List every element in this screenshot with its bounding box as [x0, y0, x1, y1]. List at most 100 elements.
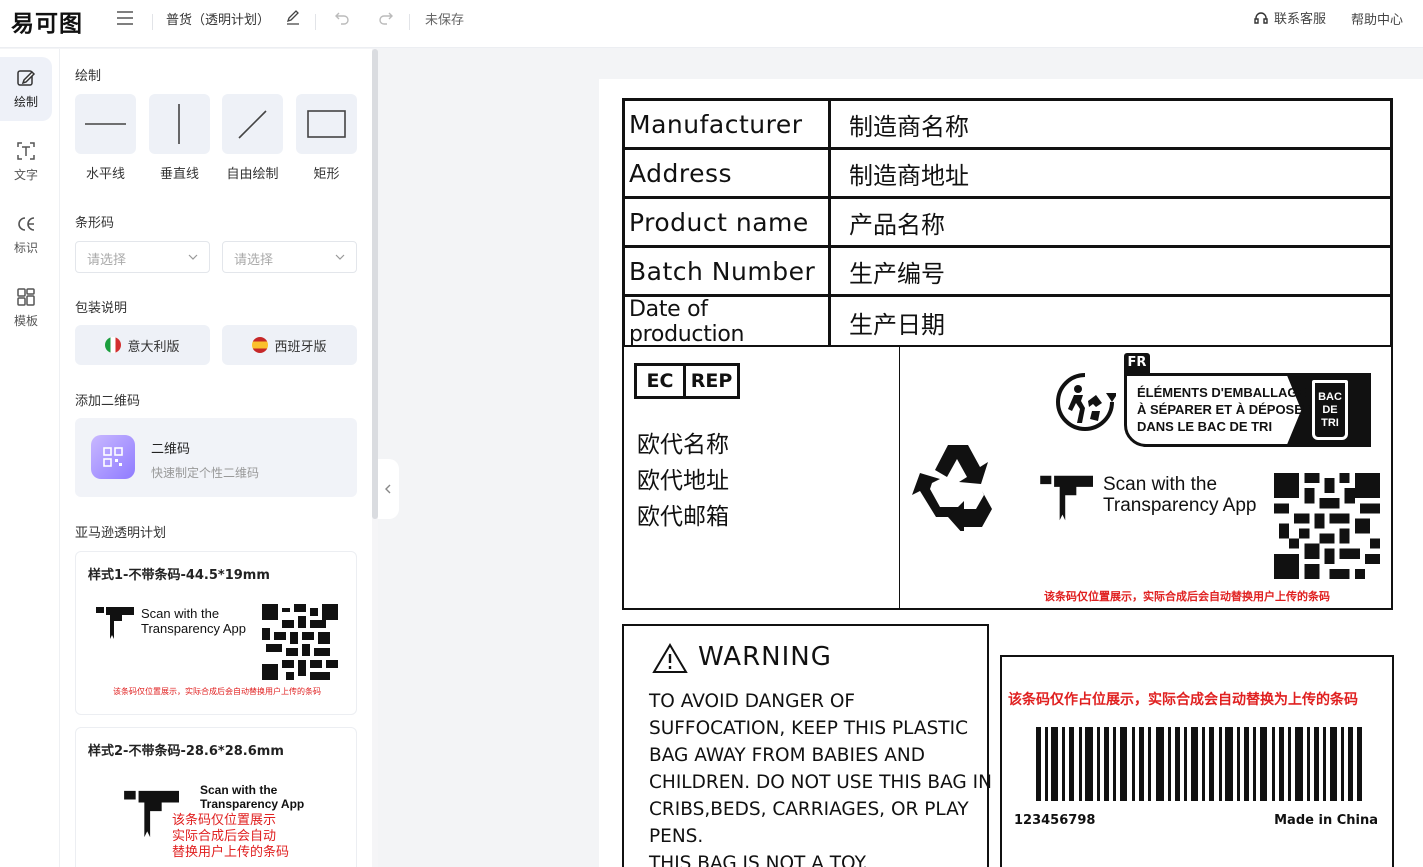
template-icon — [17, 288, 35, 306]
eu-rep-box[interactable]: EC REP 欧代名称 欧代地址 欧代邮箱 — [622, 345, 900, 610]
rail-item-mark[interactable]: 标识 — [0, 203, 52, 267]
collapse-panel-button[interactable] — [378, 459, 399, 519]
chevron-left-icon — [385, 484, 391, 494]
barcode-box[interactable]: 该条码仅作占位展示，实际合成会自动替换为上传的条码 123456798 Made… — [1000, 655, 1394, 867]
menu-icon[interactable] — [116, 10, 134, 26]
field-value[interactable]: 生产编号 — [828, 245, 1393, 297]
field-value[interactable]: 生产日期 — [828, 294, 1393, 350]
tool-panel: 绘制 水平线 垂直线 自由绘制 矩形 条形码 请选择 请选择 包装说明 意大利版… — [60, 49, 378, 867]
ce-mark-icon — [18, 217, 35, 231]
scrollbar-thumb[interactable] — [372, 49, 378, 519]
tool-label: 垂直线 — [159, 167, 199, 182]
select-placeholder: 请选择 — [87, 253, 127, 268]
qr-code-card[interactable]: 二维码 快速制定个性二维码 — [75, 418, 357, 497]
template-style-1[interactable]: 样式1-不带条码-44.5*19mm Scan with the Transpa… — [75, 551, 357, 715]
symbols-box[interactable]: FR ÉLÉMENTS D'EMBALLAGE À SÉPARER ET À D… — [899, 345, 1393, 610]
horizontal-line-icon — [85, 123, 126, 125]
barcode-select-1[interactable]: 请选择 — [75, 241, 210, 273]
transparency-logo-icon — [1040, 475, 1093, 521]
app-logo[interactable]: 易可图 — [11, 4, 83, 38]
table-row[interactable]: Product name 产品名称 — [622, 196, 1393, 248]
select-placeholder: 请选择 — [234, 253, 274, 268]
eu-rep-address[interactable]: 欧代地址 — [637, 463, 729, 499]
chevron-down-icon — [335, 254, 345, 260]
headset-icon — [1254, 11, 1268, 24]
section-title-barcode: 条形码 — [75, 216, 115, 231]
warning-box[interactable]: WARNING TO AVOID DANGER OF SUFFOCATION, … — [622, 624, 992, 867]
transparency-logo-icon — [96, 607, 134, 639]
barcode-select-2[interactable]: 请选择 — [222, 241, 357, 273]
bin-line: TRI — [1321, 417, 1339, 429]
save-status: 未保存 — [425, 13, 465, 28]
template-title: 样式2-不带条码-28.6*28.6mm — [88, 744, 284, 759]
eu-rep-email[interactable]: 欧代邮箱 — [637, 499, 729, 535]
table-row[interactable]: Address 制造商地址 — [622, 147, 1393, 199]
horizontal-line-tool[interactable] — [75, 94, 136, 154]
field-label: Date of production — [622, 294, 831, 350]
rail-label: 标识 — [13, 241, 38, 255]
section-title-qr: 添加二维码 — [75, 394, 141, 409]
barcode-image[interactable] — [1036, 727, 1362, 801]
scan-line: Scan with the — [1103, 474, 1218, 495]
scan-line: Scan with the — [200, 783, 278, 797]
warning-triangle-icon — [652, 643, 688, 673]
table-row[interactable]: Manufacturer 制造商名称 — [622, 98, 1393, 150]
section-title-draw: 绘制 — [75, 69, 102, 84]
warning-line: CRIBS,BEDS, CARRIAGES, OR PLAY — [649, 799, 969, 820]
rail-item-template[interactable]: 模板 — [0, 276, 52, 340]
product-info-table[interactable]: Manufacturer 制造商名称 Address 制造商地址 Product… — [622, 98, 1393, 350]
recycle-icon — [912, 445, 992, 531]
button-label: 意大利版 — [127, 339, 180, 355]
warning-line: CHILDREN. DO NOT USE THIS BAG IN — [649, 772, 992, 793]
divider — [409, 14, 410, 30]
scan-line: Transparency App — [141, 621, 247, 636]
draw-icon — [17, 70, 36, 86]
rail-label: 文字 — [13, 168, 38, 182]
warning-text: TO AVOID DANGER OF SUFFOCATION, KEEP THI… — [649, 688, 992, 867]
italy-version-button[interactable]: 意大利版 — [75, 325, 210, 365]
rail-label: 模板 — [13, 314, 38, 328]
section-title-amazon: 亚马逊透明计划 — [75, 526, 167, 541]
edit-title-icon[interactable] — [285, 9, 301, 25]
text-icon — [17, 142, 35, 160]
table-row[interactable]: Date of production 生产日期 — [622, 294, 1393, 350]
warning-title: WARNING — [698, 642, 832, 672]
barcode-placeholder-note: 该条码仅作占位展示，实际合成会自动替换为上传的条码 — [1008, 692, 1358, 708]
chevron-down-icon — [188, 254, 198, 260]
note-line: 该条码仅位置展示 — [172, 813, 277, 828]
vertical-line-tool[interactable] — [149, 94, 210, 154]
field-value[interactable]: 制造商名称 — [828, 98, 1393, 150]
support-label: 联系客服 — [1274, 12, 1327, 27]
template-style-2[interactable]: 样式2-不带条码-28.6*28.6mm Scan with the Trans… — [75, 727, 357, 867]
sorting-line: À SÉPARER ET À DÉPOSER — [1137, 402, 1313, 417]
bin-line: DE — [1322, 404, 1338, 416]
rectangle-tool[interactable] — [296, 94, 357, 154]
panel-scrollbar[interactable] — [372, 49, 378, 867]
warning-line: THIS BAG IS NOT A TOY. — [649, 853, 869, 867]
warning-line: TO AVOID DANGER OF — [649, 691, 856, 712]
rail-item-text[interactable]: 文字 — [0, 130, 52, 194]
sorting-line: ÉLÉMENTS D'EMBALLAGE — [1137, 385, 1307, 400]
support-link[interactable]: 联系客服 — [1253, 8, 1326, 27]
table-row[interactable]: Batch Number 生产编号 — [622, 245, 1393, 297]
help-center-link[interactable]: 帮助中心 — [1351, 9, 1403, 28]
spain-version-button[interactable]: 西班牙版 — [222, 325, 357, 365]
qr-card-desc: 快速制定个性二维码 — [151, 466, 260, 480]
eu-rep-name[interactable]: 欧代名称 — [637, 427, 729, 463]
qr-placeholder-note: 该条码仅位置展示，实际合成后会自动替换用户上传的条码 — [1044, 590, 1330, 603]
field-value[interactable]: 制造商地址 — [828, 147, 1393, 199]
scan-text: Scan with the Transparency App — [1103, 474, 1257, 516]
freehand-tool[interactable] — [222, 94, 283, 154]
rail-item-draw[interactable]: 绘制 — [0, 57, 52, 121]
redo-icon[interactable] — [378, 9, 394, 25]
undo-icon[interactable] — [334, 9, 350, 25]
left-rail: 绘制 文字 标识 模板 — [0, 49, 60, 867]
field-value[interactable]: 产品名称 — [828, 196, 1393, 248]
qr-code-image[interactable] — [1274, 473, 1380, 579]
field-label: Address — [622, 147, 831, 199]
scan-text: Scan with the Transparency App — [200, 783, 304, 811]
document-title[interactable]: 普货（透明计划） — [166, 9, 270, 28]
section-title-packaging: 包装说明 — [75, 301, 128, 316]
sorting-text: ÉLÉMENTS D'EMBALLAGE À SÉPARER ET À DÉPO… — [1137, 384, 1312, 435]
made-in-text: Made in China — [1274, 813, 1378, 828]
